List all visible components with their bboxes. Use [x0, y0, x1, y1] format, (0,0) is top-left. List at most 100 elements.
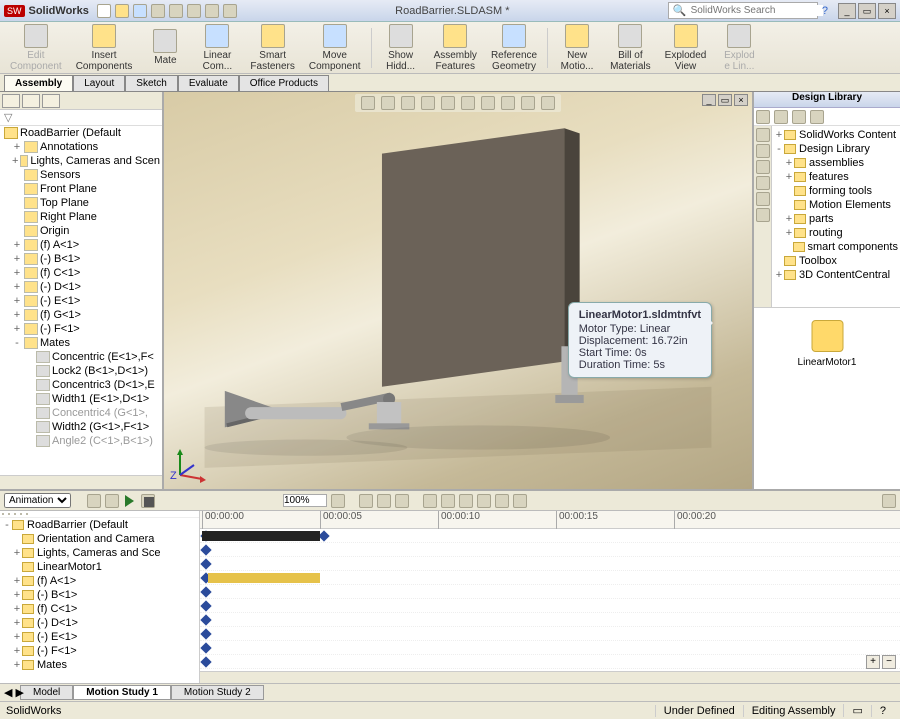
collapse-all-icon[interactable] — [8, 513, 10, 515]
tree-item[interactable]: +(-) D<1> — [0, 280, 162, 294]
redo-icon[interactable] — [187, 4, 201, 18]
dl-item[interactable]: Toolbox — [774, 254, 898, 268]
tree-item[interactable]: +Annotations — [0, 140, 162, 154]
motion-tree-item[interactable]: +(f) A<1> — [0, 574, 199, 588]
keyframe[interactable] — [200, 586, 211, 597]
timeline-bar[interactable] — [208, 573, 320, 583]
undo-icon[interactable] — [169, 4, 183, 18]
ribbon-reference[interactable]: ReferenceGeometry — [485, 22, 543, 74]
keyframe[interactable] — [200, 656, 211, 667]
tree-item[interactable]: +(-) B<1> — [0, 252, 162, 266]
motion-tree-item[interactable]: +(f) C<1> — [0, 602, 199, 616]
motion-tree-item[interactable]: +(-) D<1> — [0, 616, 199, 630]
contact-tool-icon[interactable] — [459, 494, 473, 508]
keyframe[interactable] — [200, 642, 211, 653]
dl-item[interactable]: forming tools — [774, 184, 898, 198]
motion-type-select[interactable]: Animation — [4, 493, 71, 508]
tree-item[interactable]: +(-) F<1> — [0, 322, 162, 336]
tree-item[interactable]: Concentric3 (D<1>,E — [0, 378, 162, 392]
new-icon[interactable] — [97, 4, 111, 18]
timeline-bar[interactable] — [202, 531, 320, 541]
feature-tree-tab[interactable] — [2, 94, 20, 108]
tree-item[interactable]: +(f) G<1> — [0, 308, 162, 322]
open-icon[interactable] — [115, 4, 129, 18]
motion-tree-item[interactable]: -RoadBarrier (Default — [0, 518, 199, 532]
timeline-row[interactable] — [200, 599, 900, 613]
timeline-row[interactable] — [200, 627, 900, 641]
dl-item[interactable]: +SolidWorks Content — [774, 128, 898, 142]
ribbon-show[interactable]: ShowHidd... — [376, 22, 426, 74]
motion-tree-item[interactable]: +Mates — [0, 658, 199, 672]
dl-refresh-icon[interactable] — [810, 110, 824, 124]
rebuild-icon[interactable] — [205, 4, 219, 18]
status-help-icon[interactable]: ? — [871, 705, 894, 717]
tree-item[interactable]: +(f) A<1> — [0, 238, 162, 252]
ribbon-exploded[interactable]: ExplodedView — [659, 22, 713, 74]
tree-item[interactable]: Sensors — [0, 168, 162, 182]
calc-icon[interactable] — [87, 494, 101, 508]
zoom-dropdown-icon[interactable] — [331, 494, 345, 508]
keyframe[interactable] — [200, 558, 211, 569]
tree-opt2-icon[interactable] — [26, 513, 28, 515]
tree-item[interactable]: Lock2 (B<1>,D<1>) — [0, 364, 162, 378]
motion-tree-item[interactable]: LinearMotor1 — [0, 560, 199, 574]
print-icon[interactable] — [151, 4, 165, 18]
ribbon-new[interactable]: NewMotio... — [552, 22, 602, 74]
timeline-row[interactable] — [200, 641, 900, 655]
dl-add-icon[interactable] — [792, 110, 806, 124]
tab-sketch[interactable]: Sketch — [125, 75, 178, 91]
minimize-button[interactable]: _ — [838, 3, 856, 19]
dl-preview-item[interactable]: LinearMotor1 — [794, 320, 861, 368]
tree-item[interactable]: Origin — [0, 224, 162, 238]
keyframe[interactable] — [200, 600, 211, 611]
timeline-row[interactable] — [200, 557, 900, 571]
tree-item[interactable]: Front Plane — [0, 182, 162, 196]
motion-tree-item[interactable]: +(-) F<1> — [0, 644, 199, 658]
key-prop-icon[interactable] — [359, 494, 373, 508]
close-button[interactable]: × — [878, 3, 896, 19]
spring-tool-icon[interactable] — [441, 494, 455, 508]
motion-tree-item[interactable]: +(-) E<1> — [0, 630, 199, 644]
timeline[interactable]: 00:00:0000:00:0500:00:1000:00:1500:00:20… — [200, 511, 900, 683]
tab-evaluate[interactable]: Evaluate — [178, 75, 239, 91]
timeline-row[interactable] — [200, 585, 900, 599]
tree-item[interactable]: Concentric (E<1>,F< — [0, 350, 162, 364]
tree-filter[interactable]: ▽ — [0, 110, 162, 126]
collapse-icon[interactable] — [882, 494, 896, 508]
timeline-row[interactable] — [200, 529, 900, 543]
save-icon[interactable] — [133, 4, 147, 18]
gravity-tool-icon[interactable] — [477, 494, 491, 508]
dl-tab-view[interactable] — [756, 176, 770, 190]
timeline-row[interactable] — [200, 543, 900, 557]
tree-item[interactable]: +Lights, Cameras and Scen — [0, 154, 162, 168]
stop-icon[interactable] — [141, 494, 155, 508]
graphics-viewport[interactable]: _ ▭ × Z LinearMotor1.s — [164, 92, 752, 489]
timeline-row[interactable] — [200, 571, 900, 585]
motion-tree-item[interactable]: +Lights, Cameras and Sce — [0, 546, 199, 560]
step-back-icon[interactable] — [105, 494, 119, 508]
dl-tab-custom[interactable] — [756, 208, 770, 222]
tree-item[interactable]: Width1 (E<1>,D<1> — [0, 392, 162, 406]
tab-assembly[interactable]: Assembly — [4, 75, 73, 91]
tree-item[interactable]: Width2 (G<1>,F<1> — [0, 420, 162, 434]
timeline-zoom-input[interactable] — [283, 494, 327, 507]
dl-item[interactable]: +routing — [774, 226, 898, 240]
expand-all-icon[interactable] — [14, 513, 16, 515]
tree-item[interactable]: -Mates — [0, 336, 162, 350]
dl-item[interactable]: +3D ContentCentral — [774, 268, 898, 282]
tree-item[interactable]: Right Plane — [0, 210, 162, 224]
results-tool-icon[interactable] — [495, 494, 509, 508]
property-tab[interactable] — [22, 94, 40, 108]
keyframe[interactable] — [318, 530, 329, 541]
dl-home-icon[interactable] — [756, 110, 770, 124]
timeline-zoom-out[interactable]: − — [882, 655, 896, 669]
ribbon-assembly[interactable]: AssemblyFeatures — [428, 22, 483, 74]
search-input[interactable] — [691, 5, 823, 16]
ribbon-billof[interactable]: Bill ofMaterials — [604, 22, 657, 74]
motion-tab[interactable]: Model — [20, 685, 73, 700]
tab-office-products[interactable]: Office Products — [239, 75, 329, 91]
timeline-scrollbar[interactable] — [200, 671, 900, 683]
play-icon[interactable] — [123, 494, 137, 508]
timeline-zoom-in[interactable]: + — [866, 655, 880, 669]
tree-item[interactable]: +(f) C<1> — [0, 266, 162, 280]
